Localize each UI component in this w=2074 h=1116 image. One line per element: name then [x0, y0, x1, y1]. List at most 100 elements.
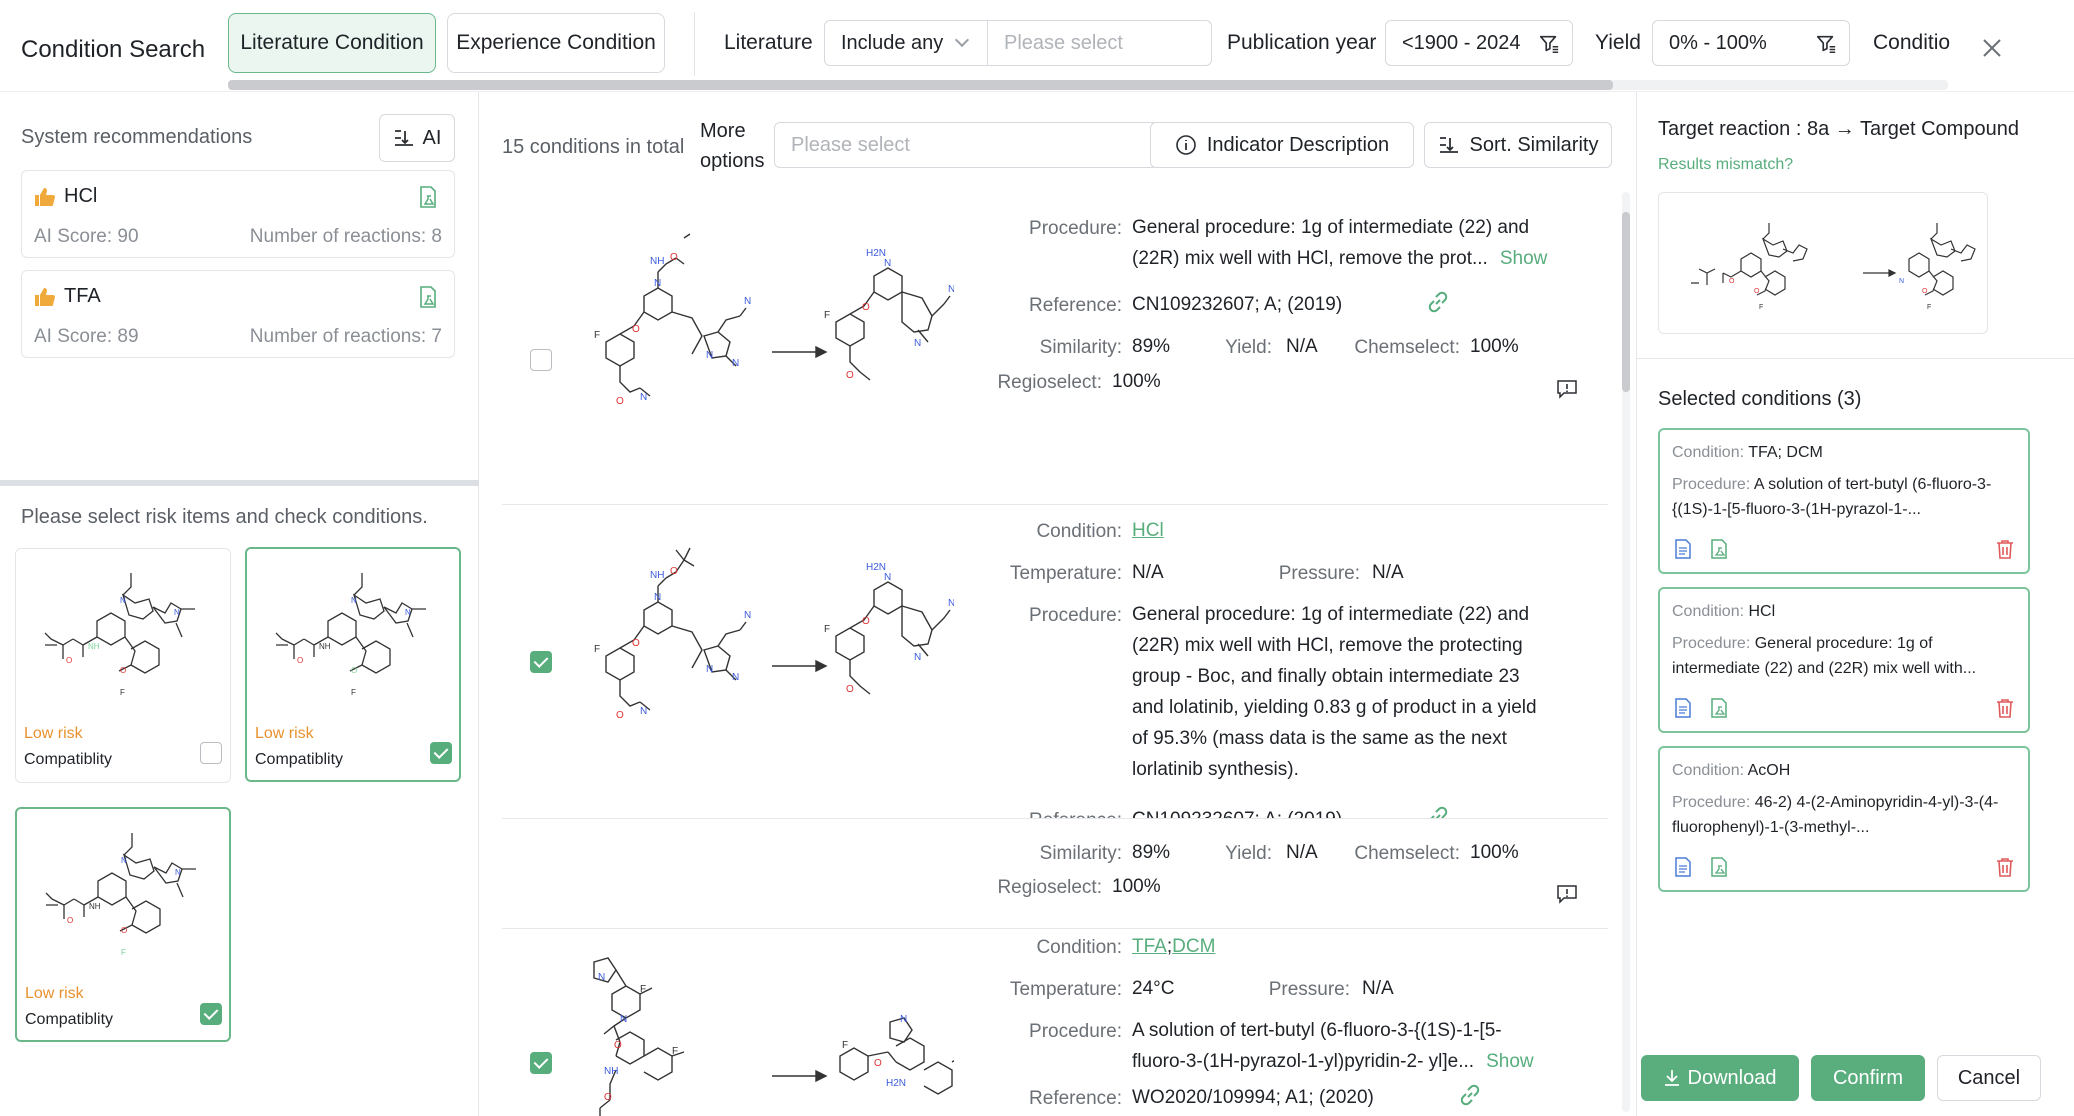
- document-flask-icon[interactable]: [416, 285, 440, 309]
- svg-text:N: N: [654, 592, 661, 603]
- more-options-label: More options: [700, 116, 765, 176]
- risk-checkbox[interactable]: [430, 742, 452, 764]
- svg-text:O: O: [846, 370, 854, 381]
- pubyear-select[interactable]: <1900 - 2024: [1385, 20, 1573, 66]
- ai-button[interactable]: AI: [379, 114, 455, 162]
- selected-condition-card[interactable]: Condition: AcOH Procedure: 46-2) 4-(2-Am…: [1658, 746, 2030, 892]
- recommendation-card-tfa[interactable]: TFA AI Score: 89 Number of reactions: 7: [21, 270, 455, 358]
- chemselect-value: 100%: [1470, 336, 1519, 357]
- chemselect-label: Chemselect:: [1354, 843, 1460, 864]
- feedback-icon[interactable]: [1556, 378, 1578, 400]
- download-icon: [1664, 1070, 1679, 1086]
- more-options-line: options: [700, 150, 765, 172]
- result-card: N NH O O F N O N N N N H2N O F N O N Pro…: [502, 192, 1608, 505]
- result-checkbox[interactable]: [530, 349, 552, 371]
- procedure-line: General procedure: 1g of intermediate (2…: [1132, 217, 1530, 238]
- yield-label: Yield:: [1225, 337, 1272, 358]
- condition-link-hcl[interactable]: HCl: [1132, 520, 1164, 541]
- yield-select[interactable]: 0% - 100%: [1652, 20, 1850, 66]
- trash-icon[interactable]: [1994, 538, 2016, 560]
- panel-divider[interactable]: [0, 480, 479, 486]
- literature-mode-select[interactable]: Include any: [824, 20, 988, 66]
- ai-label: AI: [422, 126, 442, 149]
- similarity-value: 89%: [1132, 842, 1171, 863]
- svg-text:O: O: [670, 252, 678, 263]
- condition-value: HCl: [1132, 515, 1164, 546]
- download-button[interactable]: Download: [1641, 1055, 1799, 1101]
- tab-experience-condition[interactable]: Experience Condition: [447, 13, 665, 73]
- selected-condition-card[interactable]: Condition: HCl Procedure: General proced…: [1658, 587, 2030, 733]
- svg-text:N: N: [174, 608, 180, 617]
- svg-text:F: F: [672, 1046, 678, 1057]
- filter-icon[interactable]: [1815, 33, 1837, 55]
- options-select[interactable]: Please select: [774, 122, 1158, 168]
- selected-condition-card[interactable]: Condition: TFA; DCM Procedure: A solutio…: [1658, 428, 2030, 574]
- sort-label: Sort. Similarity: [1469, 133, 1599, 156]
- risk-card[interactable]: N N NH O O F Low risk Compatiblity: [15, 807, 231, 1042]
- svg-text:F: F: [121, 948, 126, 957]
- results-panel: 15 conditions in total More options Plea…: [480, 92, 1635, 1116]
- cancel-button[interactable]: Cancel: [1937, 1055, 2041, 1101]
- procedure-text: General procedure: 1g of intermediate (2…: [1132, 599, 1592, 785]
- close-icon[interactable]: [1980, 36, 2004, 60]
- filter-icon[interactable]: [1538, 33, 1560, 55]
- link-icon[interactable]: [1424, 803, 1452, 819]
- svg-text:N: N: [744, 610, 751, 621]
- document-flask-icon[interactable]: [416, 185, 440, 209]
- confirm-button[interactable]: Confirm: [1811, 1055, 1925, 1101]
- link-icon[interactable]: [1456, 1081, 1484, 1109]
- indicator-description-button[interactable]: Indicator Description: [1150, 122, 1414, 168]
- risk-level: Low risk: [255, 725, 314, 742]
- results-scrollbar[interactable]: [1622, 212, 1630, 392]
- svg-text:NH: NH: [319, 642, 331, 651]
- show-more-link[interactable]: Show: [1500, 248, 1548, 269]
- svg-text:F: F: [120, 688, 125, 697]
- svg-text:N: N: [732, 358, 739, 369]
- header-scrollbar[interactable]: [228, 80, 1613, 90]
- risk-card[interactable]: N N NH O O F Low risk Compatiblity: [15, 548, 231, 783]
- procedure-label: Procedure:: [1672, 794, 1751, 811]
- trash-icon[interactable]: [1994, 697, 2016, 719]
- svg-text:F: F: [1759, 304, 1763, 311]
- document-flask-icon[interactable]: [1708, 856, 1730, 878]
- condition-link-dcm[interactable]: DCM: [1172, 936, 1215, 957]
- document-icon[interactable]: [1672, 856, 1694, 878]
- sort-similarity-button[interactable]: Sort. Similarity: [1424, 122, 1612, 168]
- literature-select[interactable]: Please select: [987, 20, 1212, 66]
- risk-checkbox[interactable]: [200, 1003, 222, 1025]
- risk-card[interactable]: N N NH O O F Low risk Compatiblity: [245, 547, 461, 782]
- trash-icon[interactable]: [1994, 856, 2016, 878]
- document-flask-icon[interactable]: [1708, 697, 1730, 719]
- results-mismatch-link[interactable]: Results mismatch?: [1658, 156, 1793, 174]
- show-more-link[interactable]: Show: [1486, 1051, 1534, 1072]
- document-flask-icon[interactable]: [1708, 538, 1730, 560]
- svg-text:N: N: [120, 596, 126, 605]
- risk-level: Low risk: [24, 725, 83, 742]
- pressure-value: N/A: [1372, 562, 1404, 583]
- yield-label: Yield:: [1225, 843, 1272, 864]
- procedure-line: lorlatinib synthesis).: [1132, 759, 1299, 780]
- document-icon[interactable]: [1672, 538, 1694, 560]
- recommendation-card-hcl[interactable]: HCl AI Score: 90 Number of reactions: 8: [21, 170, 455, 258]
- target-reaction-box: O O F O F N: [1658, 192, 1988, 334]
- document-icon[interactable]: [1672, 697, 1694, 719]
- feedback-icon[interactable]: [1556, 883, 1578, 905]
- svg-text:N: N: [351, 596, 357, 605]
- result-checkbox[interactable]: [530, 1052, 552, 1074]
- temperature-value: N/A: [1132, 562, 1164, 583]
- results-count: 15 conditions in total: [502, 136, 685, 158]
- link-icon[interactable]: [1424, 288, 1452, 316]
- procedure-label: Procedure:: [1672, 635, 1751, 652]
- svg-text:N: N: [884, 258, 891, 269]
- yield-value: 0% - 100%: [1669, 31, 1767, 54]
- result-card: N F N O F NH O F N O H2N F Condition: TF…: [502, 930, 1608, 1116]
- risk-checkbox[interactable]: [200, 742, 222, 764]
- tab-literature-condition[interactable]: Literature Condition: [228, 13, 436, 73]
- selected-condition: Condition: AcOH: [1672, 762, 1790, 780]
- selected-condition: Condition: HCl: [1672, 603, 1775, 621]
- condition-link-tfa[interactable]: TFA: [1132, 936, 1167, 957]
- result-checkbox[interactable]: [530, 651, 552, 673]
- pressure-label: Pressure:: [1268, 979, 1350, 1000]
- condition-value: TFA;DCM: [1132, 931, 1215, 962]
- svg-text:NH: NH: [650, 570, 664, 581]
